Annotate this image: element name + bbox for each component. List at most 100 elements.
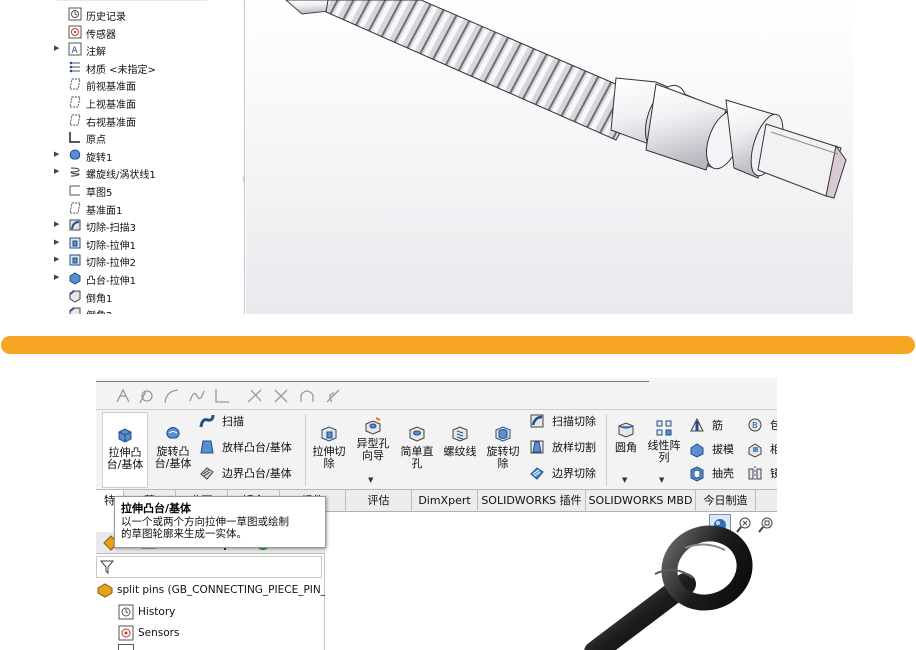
ribbon-separator [305,414,306,486]
tree-filter-bar[interactable] [96,556,322,578]
simple-hole-icon [409,426,425,442]
tree-item[interactable]: 倒角2 [53,305,245,314]
fillet-dropdown-icon[interactable]: ▼ [622,476,627,484]
spline-tool-icon[interactable] [188,387,206,405]
pattern-dropdown-icon[interactable]: ▼ [659,476,664,484]
extrude-boss-button[interactable]: 拉伸凸 台/基体 [102,412,148,488]
shell-button[interactable]: 抽壳 [688,462,734,484]
tab-make-today[interactable]: 今日制造 [696,490,756,512]
convert-entities-icon[interactable] [272,387,290,405]
boundary-cut-button[interactable]: 边界切除 [528,462,596,484]
expand-arrow-icon[interactable]: ▶ [54,238,59,246]
tree-item[interactable]: 历史记录 [53,6,245,23]
intersect-button[interactable]: 相 [746,438,777,460]
feature-manager-tree: 历史记录 传感器 ▶ A 注解 材质 <未指定> 前视基准面 上视基准面 右视基准面 原点 ▶ 旋转1… [53,0,245,314]
rib-icon [690,417,704,432]
linear-pattern-label: 线性阵 列 [647,439,681,464]
tree-root-label: split pins (GB_CONNECTING_PIECE_PIN_AP [117,584,340,596]
tree-item[interactable]: 材质 <未指定> [53,59,245,76]
tree-item[interactable]: ▶ A 注解 [53,41,245,58]
revolve-cut-label: 旋转切 除 [486,445,520,470]
tree-item[interactable]: 右视基准面 [53,112,245,129]
revolve-cut-button[interactable]: 旋转切 除 [482,412,524,488]
tree-item[interactable]: 传感器 [53,24,245,41]
sweep-button[interactable]: 扫描 [198,410,244,432]
tree-root-part[interactable]: split pins (GB_CONNECTING_PIECE_PIN_AP [96,580,340,600]
sensor-icon [118,625,134,641]
loft-cut-button[interactable]: 放样切割 [528,436,596,458]
svg-text:A: A [72,46,79,56]
tree-item[interactable]: 基准面1 [53,200,245,217]
loft-boss-button[interactable]: 放样凸台/基体 [198,436,292,458]
tree-item-label: 倒角1 [86,293,113,305]
circle-tool-icon[interactable] [138,387,156,405]
hole-wizard-dropdown-icon[interactable]: ▼ [368,476,373,484]
tree-item[interactable]: ▶ 切除-扫描3 [53,217,245,234]
wrap-button[interactable]: B 包 [746,414,777,436]
expand-arrow-icon[interactable]: ▶ [54,44,59,52]
trim-tool-icon[interactable] [246,387,264,405]
expand-arrow-icon[interactable]: ▶ [54,273,59,281]
extrude-boss-icon [118,428,132,443]
tab-solidworks-addins[interactable]: SOLIDWORKS 插件 [478,490,586,512]
extrude-cut-button[interactable]: 拉伸切 除 [308,412,350,488]
graphics-viewport[interactable] [325,512,777,650]
svg-text:B: B [752,421,758,430]
draft-button[interactable]: 拔模 [688,438,734,460]
cut-extrude-icon [69,237,81,249]
smart-dimension-icon[interactable] [114,387,132,405]
rib-button[interactable]: 筋 [688,414,723,436]
tab-evaluate[interactable]: 评估 [346,490,412,512]
tree-item-label: 凸台-拉伸1 [86,276,136,287]
tree-item[interactable]: ▶ 切除-拉伸2 [53,252,245,269]
tree-item[interactable]: ▶ 凸台-拉伸1 [53,270,245,287]
tree-item[interactable]: 前视基准面 [53,76,245,93]
tree-item-label: Sensors [138,627,180,639]
expand-arrow-icon[interactable]: ▶ [54,255,59,263]
linear-pattern-icon [656,420,672,436]
tree-item[interactable]: 上视基准面 [53,94,245,111]
separator-line [96,381,649,382]
tree-item[interactable]: 原点 [53,129,245,146]
mirror-label: 镜 [770,467,777,480]
extrude-cut-icon [321,426,337,442]
expand-arrow-icon[interactable]: ▶ [54,220,59,228]
boundary-cut-icon [530,467,544,480]
mirror-entities-icon[interactable] [324,387,342,405]
tree-item[interactable]: 倒角1 [53,288,245,305]
tree-item[interactable]: ▶ 螺旋线/涡状线1 [53,164,245,181]
thread-icon [452,426,468,442]
tree-item[interactable]: ▶ 旋转1 [53,147,245,164]
tree-item[interactable]: ▶ 切除-拉伸1 [53,235,245,252]
revolve-boss-icon [166,427,180,439]
simple-hole-button[interactable]: 简单直 孔 [396,412,438,488]
sweep-cut-button[interactable]: 扫描切除 [528,410,596,432]
history-icon [68,7,82,21]
graphics-viewport[interactable] [246,0,853,314]
arc-tool-icon[interactable] [162,387,180,405]
loft-cut-icon [530,440,544,454]
tab-dimxpert[interactable]: DimXpert [412,490,478,512]
tab-solidworks-mbd[interactable]: SOLIDWORKS MBD [586,490,696,512]
tree-item-history[interactable]: History [118,602,175,622]
history-icon [118,604,134,620]
boundary-boss-button[interactable]: 边界凸台/基体 [198,462,292,484]
filter-icon[interactable] [99,559,115,575]
revolve-boss-button[interactable]: 旋转凸 台/基体 [150,412,196,488]
offset-entities-icon[interactable] [298,387,316,405]
fillet-sketch-icon[interactable] [213,387,231,405]
hole-wizard-icon [365,417,381,435]
tree-item[interactable]: 草图5 [53,182,245,199]
expand-arrow-icon[interactable]: ▶ [54,150,59,158]
mirror-button[interactable]: 镜 [746,462,777,484]
tree-item-label: 旋转1 [86,152,113,164]
thread-button[interactable]: 螺纹线 [440,412,480,488]
expand-arrow-icon[interactable]: ▶ [54,167,59,175]
hole-wizard-label: 异型孔 向导 [356,437,390,462]
top-solidworks-window: 历史记录 传感器 ▶ A 注解 材质 <未指定> 前视基准面 上视基准面 右视基准面 原点 ▶ 旋转1… [53,0,853,314]
tree-item-label: 材质 <未指定> [86,64,156,76]
tree-item-label: 前视基准面 [86,82,136,94]
tree-item-label: 螺旋线/涡状线1 [86,170,156,182]
sketch-icon [69,185,80,196]
tree-item-sensors[interactable]: Sensors [118,623,179,643]
